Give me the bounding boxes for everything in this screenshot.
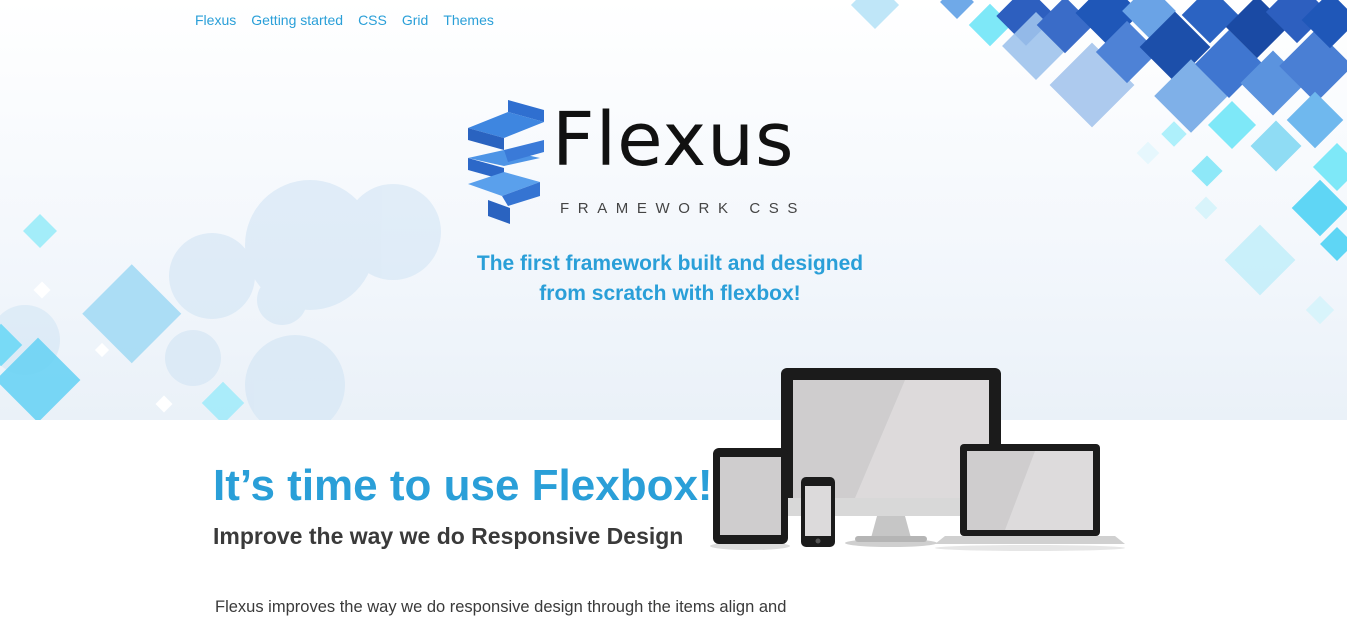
responsive-devices-icon — [710, 368, 1125, 551]
hero-section: Flexus Getting started CSS Grid Themes F… — [0, 0, 1347, 420]
nav-link-flexus[interactable]: Flexus — [195, 11, 236, 29]
intro-paragraph: Flexus improves the way we do responsive… — [215, 598, 787, 616]
nav-link-themes[interactable]: Themes — [443, 11, 494, 29]
top-navigation: Flexus Getting started CSS Grid Themes — [195, 11, 494, 29]
intro-headline: It’s time to use Flexbox! — [213, 461, 713, 510]
tagline-line-2: from scratch with flexbox! — [539, 282, 801, 305]
intro-subheadline: Improve the way we do Responsive Design — [213, 523, 684, 549]
ribbon-logo-icon — [468, 100, 544, 224]
hero-tagline: The first framework built and designed f… — [440, 249, 900, 309]
logo-subtitle: FRAMEWORK CSS — [560, 200, 806, 217]
nav-link-grid[interactable]: Grid — [402, 11, 428, 29]
logo-wordmark: Flexus — [552, 97, 795, 183]
nav-link-css[interactable]: CSS — [358, 11, 387, 29]
tagline-line-1: The first framework built and designed — [476, 252, 864, 275]
flexus-logo: Flexus FRAMEWORK CSS — [468, 97, 868, 230]
nav-link-getting-started[interactable]: Getting started — [251, 11, 343, 29]
